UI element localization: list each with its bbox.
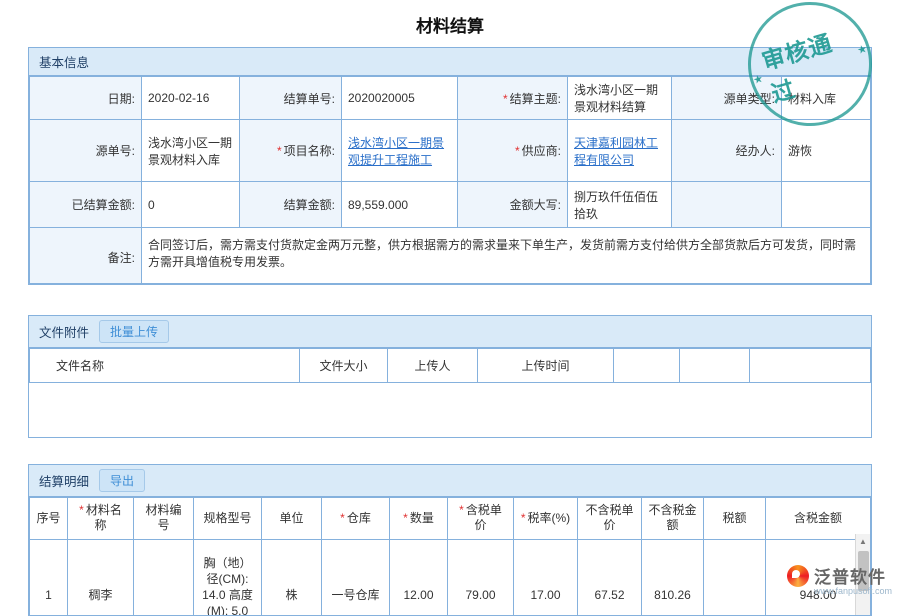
required-mark: * [515,144,520,158]
col-tax-amount: 税额 [704,497,766,539]
scroll-up-icon[interactable]: ▲ [856,534,870,549]
brand-logo-icon [787,565,809,587]
col-price-with-tax: *含税单价 [448,497,514,539]
project-value: 浅水湾小区一期景观提升工程施工 [342,120,458,182]
col-unit: 单位 [262,497,322,539]
cell-amount-no-tax: 810.26 [642,539,704,616]
supplier-label: *供应商: [458,120,568,182]
doc-no-label: 结算单号: [240,77,342,120]
col-amount-no-tax: 不含税金额 [642,497,704,539]
remark-label: 备注: [30,228,142,284]
required-mark: * [79,503,84,517]
col-material-name: *材料名称 [68,497,134,539]
cell-warehouse: 一号仓库 [322,539,390,616]
source-no-label: 源单号: [30,120,142,182]
amount-caps-value: 捌万玖仟伍佰伍拾玖 [568,182,672,228]
attachments-panel: 文件附件 批量上传 文件名称 文件大小 上传人 上传时间 [28,315,872,438]
cell-material-name: 稠李 [68,539,134,616]
attachments-title: 文件附件 [39,322,89,341]
export-button[interactable]: 导出 [99,469,145,492]
attachments-header-row: 文件名称 文件大小 上传人 上传时间 [30,349,871,383]
attachments-empty-row [30,383,871,437]
project-link[interactable]: 浅水湾小区一期景观提升工程施工 [348,136,444,167]
cell-tax-amount [704,539,766,616]
required-mark: * [521,511,526,525]
cell-price-no-tax: 67.52 [578,539,642,616]
detail-row[interactable]: 1 稠李 胸（地）径(CM): 14.0 高度(M): 5.0 冠幅(M* 株 … [30,539,871,616]
details-table: 序号 *材料名称 材料编号 规格型号 单位 *仓库 *数量 *含税单价 *税率(… [29,497,871,616]
basic-info-panel: 基本信息 日期: 2020-02-16 结算单号: 2020020005 *结算… [28,47,872,285]
settle-amount-value: 89,559.000 [342,182,458,228]
cell-seq: 1 [30,539,68,616]
brand-url: www.fanpusoft.com [814,586,892,596]
source-type-value: 材料入库 [782,77,871,120]
col-empty-2 [680,349,750,383]
attachments-header: 文件附件 批量上传 [29,316,871,348]
settle-amount-label: 结算金额: [240,182,342,228]
basic-info-table: 日期: 2020-02-16 结算单号: 2020020005 *结算主题: 浅… [29,76,871,284]
required-mark: * [340,511,345,525]
required-mark: * [403,511,408,525]
supplier-value: 天津嘉利园林工程有限公司 [568,120,672,182]
col-file-name: 文件名称 [30,349,300,383]
empty-label-cell [672,182,782,228]
handler-value: 游恢 [782,120,871,182]
page-title: 材料结算 [0,0,900,37]
cell-material-no [134,539,194,616]
col-seq: 序号 [30,497,68,539]
cell-qty: 12.00 [390,539,448,616]
amount-caps-label: 金额大写: [458,182,568,228]
date-label: 日期: [30,77,142,120]
handler-label: 经办人: [672,120,782,182]
col-tax-rate: *税率(%) [514,497,578,539]
batch-upload-button[interactable]: 批量上传 [99,320,169,343]
col-upload-time: 上传时间 [478,349,614,383]
attachments-empty-area [30,383,871,437]
details-panel: 结算明细 导出 序号 *材料名称 材料编号 规格型号 单位 *仓库 *数量 *含… [28,464,872,616]
remark-value: 合同签订后，需方需支付货款定金两万元整，供方根据需方的需求量来下单生产，发货前需… [142,228,871,284]
attachments-table: 文件名称 文件大小 上传人 上传时间 [29,348,871,437]
subject-label: *结算主题: [458,77,568,120]
brand-watermark: 泛普软件 www.fanpusoft.com [787,563,892,596]
col-empty-1 [614,349,680,383]
details-header: 结算明细 导出 [29,465,871,497]
date-value: 2020-02-16 [142,77,240,120]
col-qty: *数量 [390,497,448,539]
details-header-row: 序号 *材料名称 材料编号 规格型号 单位 *仓库 *数量 *含税单价 *税率(… [30,497,871,539]
brand-name: 泛普软件 [814,563,886,588]
basic-info-title: 基本信息 [39,52,89,71]
project-label: *项目名称: [240,120,342,182]
col-uploader: 上传人 [388,349,478,383]
cell-tax-rate: 17.00 [514,539,578,616]
settled-amount-label: 已结算金额: [30,182,142,228]
col-empty-3 [750,349,871,383]
source-no-value: 浅水湾小区一期景观材料入库 [142,120,240,182]
col-file-size: 文件大小 [300,349,388,383]
col-warehouse: *仓库 [322,497,390,539]
cell-price-with-tax: 79.00 [448,539,514,616]
subject-value: 浅水湾小区一期景观材料结算 [568,77,672,120]
col-material-no: 材料编号 [134,497,194,539]
required-mark: * [277,144,282,158]
required-mark: * [503,92,508,106]
supplier-link[interactable]: 天津嘉利园林工程有限公司 [574,136,658,167]
required-mark: * [459,503,464,517]
empty-value-cell [782,182,871,228]
doc-no-value: 2020020005 [342,77,458,120]
source-type-label: 源单类型: [672,77,782,120]
cell-spec: 胸（地）径(CM): 14.0 高度(M): 5.0 冠幅(M* [194,539,262,616]
cell-unit: 株 [262,539,322,616]
col-spec: 规格型号 [194,497,262,539]
settled-amount-value: 0 [142,182,240,228]
basic-info-header: 基本信息 [29,48,871,76]
col-price-no-tax: 不含税单价 [578,497,642,539]
details-title: 结算明细 [39,471,89,490]
